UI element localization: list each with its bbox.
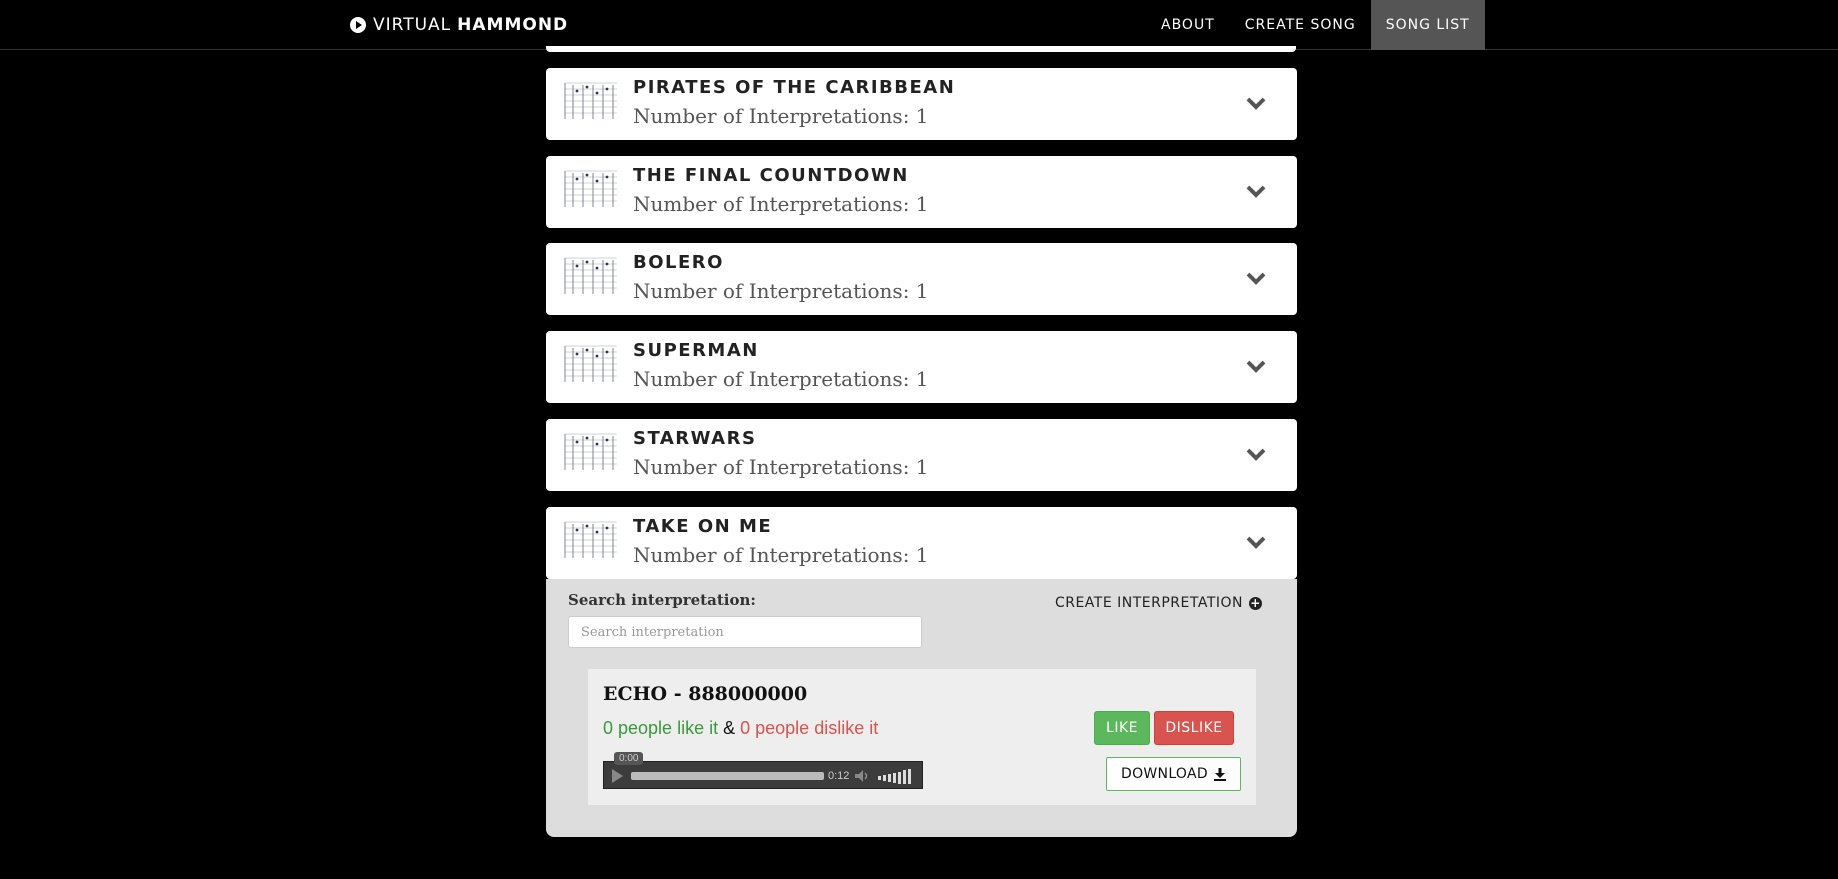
likes-count: 0 people like it xyxy=(603,718,719,738)
create-interpretation-button[interactable]: CREATE INTERPRETATION + xyxy=(1055,595,1262,611)
like-button[interactable]: LIKE xyxy=(1094,711,1150,745)
sheet-music-icon xyxy=(563,79,619,123)
seek-bar[interactable] xyxy=(631,772,824,780)
sheet-music-icon xyxy=(563,518,619,562)
nav-song-list[interactable]: SONG LIST xyxy=(1370,0,1485,50)
current-time: 0:00 xyxy=(614,752,644,765)
song-card[interactable]: THE FINAL COUNTDOWN Number of Interpretat… xyxy=(546,156,1297,228)
song-title: THE FINAL COUNTDOWN xyxy=(633,165,909,186)
volume-icon[interactable] xyxy=(855,770,871,782)
navbar: VIRTUAL HAMMOND ABOUT CREATE SONG SONG L… xyxy=(0,0,1838,50)
interpretation-count: Number of Interpretations: 1 xyxy=(633,455,929,479)
vote-summary: 0 people like it & 0 people dislike it xyxy=(603,718,878,739)
chevron-down-icon[interactable] xyxy=(1245,184,1267,198)
interpretation-name: ECHO - 888000000 xyxy=(603,683,808,705)
song-title: STARWARS xyxy=(633,428,757,449)
song-title: BOLERO xyxy=(633,252,724,273)
chevron-down-icon[interactable] xyxy=(1245,96,1267,110)
interpretation-count: Number of Interpretations: 1 xyxy=(633,543,929,567)
chevron-down-icon[interactable] xyxy=(1245,535,1267,549)
interpretation-count: Number of Interpretations: 1 xyxy=(633,104,929,128)
chevron-down-icon[interactable] xyxy=(1245,271,1267,285)
interpretations-panel: Search interpretation: CREATE INTERPRETA… xyxy=(546,579,1297,837)
interpretation-count: Number of Interpretations: 1 xyxy=(633,279,929,303)
sheet-music-icon xyxy=(563,342,619,386)
play-icon[interactable] xyxy=(612,769,623,783)
plus-circle-icon: + xyxy=(1249,595,1262,610)
interpretation-card: ECHO - 888000000 0 people like it & 0 pe… xyxy=(588,669,1256,805)
song-card[interactable]: TAKE ON ME Number of Interpretations: 1 xyxy=(546,507,1297,579)
sheet-music-icon xyxy=(563,254,619,298)
brand-logo[interactable]: VIRTUAL HAMMOND xyxy=(350,0,568,50)
chevron-down-icon[interactable] xyxy=(1245,359,1267,373)
song-card[interactable]: BOLERO Number of Interpretations: 1 xyxy=(546,243,1297,315)
search-label: Search interpretation: xyxy=(568,591,756,609)
nav-create-song[interactable]: CREATE SONG xyxy=(1230,0,1371,50)
nav-links: ABOUT CREATE SONG SONG LIST xyxy=(1146,0,1485,50)
dislike-button[interactable]: DISLIKE xyxy=(1154,711,1234,745)
song-title: PIRATES OF THE CARIBBEAN xyxy=(633,77,956,98)
sheet-music-icon xyxy=(563,430,619,474)
interpretation-count: Number of Interpretations: 1 xyxy=(633,367,929,391)
download-icon xyxy=(1213,767,1226,781)
ampersand: & xyxy=(723,718,736,738)
download-label: DOWNLOAD xyxy=(1121,766,1208,782)
song-card[interactable]: SUPERMAN Number of Interpretations: 1 xyxy=(546,331,1297,403)
create-interpretation-label: CREATE INTERPRETATION xyxy=(1054,595,1243,611)
play-circle-icon xyxy=(350,17,366,33)
dislikes-count: 0 people dislike it xyxy=(740,718,879,738)
audio-player: 0:00 0:12 xyxy=(603,752,923,789)
song-card[interactable]: PIRATES OF THE CARIBBEAN Number of Interp… xyxy=(546,68,1297,140)
volume-slider[interactable] xyxy=(878,768,912,784)
brand-bold-text: HAMMOND xyxy=(457,15,569,35)
song-title: SUPERMAN xyxy=(633,340,759,361)
sheet-music-icon xyxy=(563,167,619,211)
song-title: TAKE ON ME xyxy=(633,516,773,537)
search-interpretation-input[interactable] xyxy=(568,616,922,648)
previous-song-card-edge xyxy=(546,46,1296,52)
brand-light-text: VIRTUAL xyxy=(373,15,452,35)
duration: 0:12 xyxy=(828,770,850,782)
download-button[interactable]: DOWNLOAD xyxy=(1106,757,1241,791)
interpretation-count: Number of Interpretations: 1 xyxy=(633,192,929,216)
song-card[interactable]: STARWARS Number of Interpretations: 1 xyxy=(546,419,1297,491)
nav-about[interactable]: ABOUT xyxy=(1146,0,1230,50)
chevron-down-icon[interactable] xyxy=(1245,447,1267,461)
